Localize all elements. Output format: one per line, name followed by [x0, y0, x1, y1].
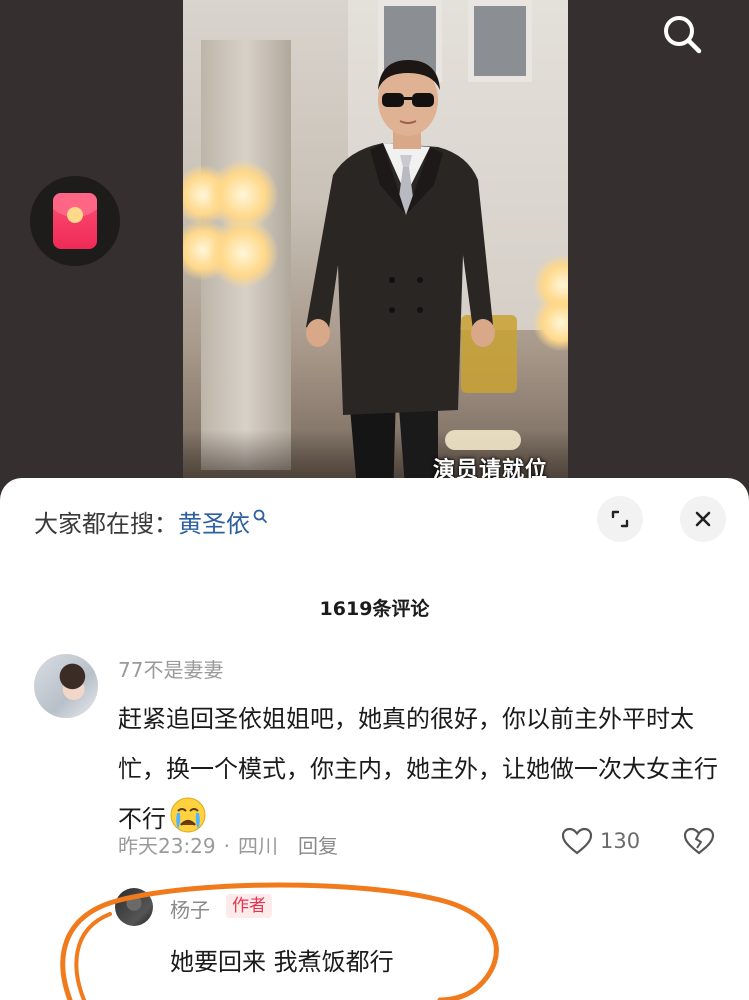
- comment-time: 昨天23:29: [118, 834, 216, 858]
- comment-location: 四川: [238, 834, 278, 858]
- search-icon: [664, 16, 702, 54]
- comment-username[interactable]: 77不是妻妻: [118, 654, 223, 683]
- red-packet-button[interactable]: [30, 176, 120, 266]
- comment-meta: 昨天23:29 · 四川 回复: [118, 830, 338, 859]
- search-small-icon: [252, 502, 268, 530]
- coin-icon: [67, 207, 83, 223]
- video-frame[interactable]: 演员请就位: [183, 0, 568, 500]
- expand-icon: [611, 510, 629, 528]
- heart-icon: [561, 827, 593, 855]
- street-lamp: [208, 218, 278, 288]
- trending-search-hint[interactable]: 大家都在搜：黄圣依: [34, 504, 268, 539]
- comment-sheet: 大家都在搜：黄圣依 1619条评论 77不是妻妻 赶紧追回圣依姐姐吧，她真的很好…: [0, 478, 749, 1000]
- like-button[interactable]: 130: [560, 826, 640, 856]
- search-hint-keyword[interactable]: 黄圣依: [178, 510, 250, 538]
- comment-text-content: 赶紧追回圣依姐姐吧，她真的很好，你以前主外平时太忙，换一个模式，你主内，她主外，…: [118, 705, 718, 833]
- meta-separator: ·: [223, 834, 230, 858]
- close-icon: [695, 511, 711, 527]
- search-button[interactable]: [656, 8, 708, 60]
- comment-count: 1619条评论: [319, 598, 430, 620]
- reply-text: 她要回来 我煮饭都行: [170, 948, 394, 976]
- reply-username[interactable]: 杨子: [170, 894, 210, 923]
- search-hint-prefix: 大家都在搜：: [34, 510, 178, 538]
- red-packet-icon: [53, 193, 97, 249]
- reply-avatar[interactable]: [115, 888, 153, 926]
- comment-text: 赶紧追回圣依姐姐吧，她真的很好，你以前主外平时太忙，换一个模式，你主内，她主外，…: [118, 694, 728, 844]
- broken-heart-icon: [683, 827, 715, 855]
- author-badge: 作者: [226, 894, 272, 918]
- expand-button[interactable]: [597, 496, 643, 542]
- avatar[interactable]: [34, 654, 98, 718]
- close-button[interactable]: [680, 496, 726, 542]
- crying-face-emoji: [170, 797, 206, 833]
- video-player[interactable]: 演员请就位: [0, 0, 749, 500]
- like-count: 130: [600, 829, 641, 853]
- dislike-button[interactable]: [682, 826, 716, 860]
- reply-button[interactable]: 回复: [298, 834, 338, 858]
- caption-pill: [445, 430, 521, 450]
